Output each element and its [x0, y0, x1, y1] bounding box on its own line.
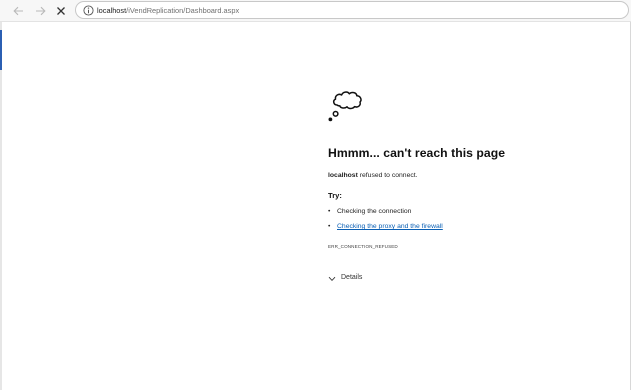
- arrow-right-icon: [35, 6, 46, 15]
- bullet: •: [328, 208, 331, 215]
- error-code: ERR_CONNECTION_REFUSED: [328, 244, 398, 249]
- arrow-left-icon: [12, 6, 23, 15]
- back-button[interactable]: [9, 2, 27, 19]
- close-icon: [57, 6, 65, 15]
- thought-cloud-icon: [328, 91, 362, 122]
- suggestion-text: Checking the connection: [337, 208, 412, 215]
- info-circle-icon[interactable]: [82, 4, 95, 17]
- window-accent-strip: [0, 30, 2, 70]
- proxy-firewall-link[interactable]: Checking the proxy and the firewall: [337, 223, 443, 230]
- details-label: Details: [341, 274, 363, 281]
- error-title: Hmmm... can't reach this page: [328, 146, 506, 160]
- url-path: /iVendReplication/Dashboard.aspx: [126, 6, 240, 15]
- error-description-text: refused to connect.: [357, 172, 418, 179]
- url-text[interactable]: localhost/iVendReplication/Dashboard.asp…: [97, 5, 239, 16]
- forward-button[interactable]: [31, 2, 49, 19]
- chevron-down-icon: [328, 276, 336, 282]
- stop-button[interactable]: [52, 2, 70, 19]
- error-description: localhost refused to connect.: [328, 172, 418, 179]
- try-heading: Try:: [328, 191, 342, 200]
- bullet: •: [328, 223, 331, 230]
- browser-toolbar: localhost/iVendReplication/Dashboard.asp…: [0, 0, 631, 22]
- address-bar[interactable]: localhost/iVendReplication/Dashboard.asp…: [75, 1, 629, 19]
- error-host: localhost: [328, 172, 358, 179]
- url-host: localhost: [97, 6, 127, 15]
